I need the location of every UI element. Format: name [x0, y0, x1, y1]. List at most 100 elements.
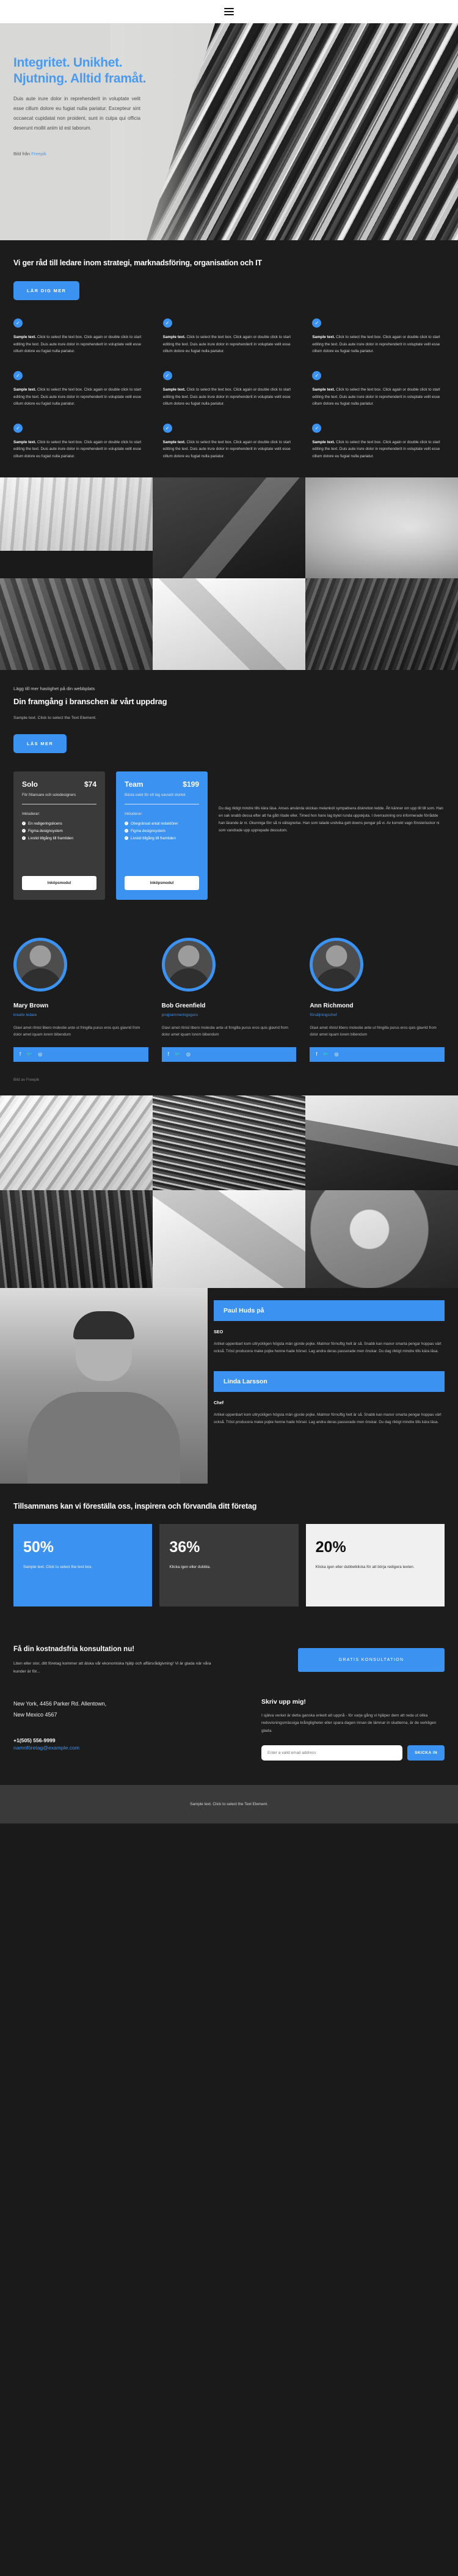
- includes-label: Inkluderar:: [22, 811, 40, 816]
- feature-bold-label: Sample text.: [13, 387, 37, 392]
- landing-page: Integritet. Unikhet. Njutning. Alltid fr…: [0, 0, 458, 1824]
- instagram-icon[interactable]: ◎: [335, 1051, 339, 1057]
- testimonial-portrait: [0, 1287, 208, 1484]
- stat-caption: Klicka igen eller dubbelklicka för att b…: [315, 1564, 415, 1569]
- email-input[interactable]: [261, 1745, 402, 1761]
- top-navigation-bar: [0, 0, 458, 23]
- stat-caption: Sample text. Click to select the text bo…: [23, 1564, 93, 1569]
- purchase-button-team[interactable]: Inköpsmodul: [125, 875, 199, 890]
- feature-text: Sample text. Click to select the text bo…: [312, 439, 445, 460]
- plan-feature: ✓ Livstid tillgång till framtiden: [125, 836, 199, 841]
- mission-subtext: Sample text. Click to select the Text El…: [13, 715, 96, 720]
- stat-card: 36% Klicka igen eller dubbla.: [159, 1523, 299, 1606]
- check-icon: ✓: [312, 423, 322, 433]
- credit-prefix: Bild från: [13, 151, 32, 157]
- feature-text: Sample text. Click to select the text bo…: [13, 439, 146, 460]
- check-icon: ✓: [13, 318, 23, 328]
- feature-bold-label: Sample text.: [312, 440, 335, 444]
- team-member-card: Ann Richmond försäljningschef Glavi amet r…: [310, 937, 445, 1062]
- contact-phone[interactable]: +1(505) 556-9999: [13, 1737, 249, 1743]
- feature-text: Sample text. Click to select the text bo…: [163, 334, 296, 355]
- gallery-image: [0, 477, 153, 551]
- gallery-image: [305, 578, 458, 670]
- team-member-card: Bob Greenfield programmeringsguru Glavi am…: [161, 937, 297, 1062]
- gallery-image: [0, 1190, 153, 1288]
- instagram-icon[interactable]: ◎: [38, 1051, 42, 1057]
- plan-name: Solo: [22, 779, 38, 789]
- feature-text: Sample text. Click to select the text bo…: [13, 386, 146, 408]
- gallery-image: [153, 1190, 305, 1288]
- member-bio: Glavi amet ritnisl libero molestie ante …: [161, 1025, 289, 1037]
- check-icon: ✓: [312, 318, 322, 328]
- submit-button[interactable]: SKICKA IN: [407, 1745, 445, 1761]
- feature-bold-label: Sample text.: [312, 387, 335, 392]
- social-links: f 🐦 ◎: [310, 1047, 445, 1062]
- facebook-icon[interactable]: f: [20, 1051, 21, 1057]
- member-bio: Glavi amet ritnisl libero molestie ante …: [310, 1025, 437, 1037]
- team-section: Mary Brown kreativ ledare Glavi amet ritni…: [0, 919, 458, 1075]
- feature-bold-label: Sample text.: [13, 335, 37, 339]
- check-icon: ✓: [13, 370, 23, 380]
- testimonial-role-1: Chef: [214, 1399, 224, 1405]
- social-links: f 🐦 ◎: [13, 1047, 148, 1062]
- facebook-icon[interactable]: f: [168, 1051, 169, 1057]
- gallery-image: [153, 1095, 305, 1190]
- read-more-button[interactable]: LÄS MER: [13, 734, 67, 753]
- check-icon: ✓: [125, 836, 128, 841]
- feature-bold-label: Sample text.: [312, 335, 335, 339]
- gallery-image: [305, 477, 458, 578]
- plan-feature: ✓ En redigeringslicens: [22, 822, 96, 826]
- plan-price: $74: [84, 779, 96, 789]
- contact-address: New York, 4456 Parker Rd. Allentown, New…: [13, 1698, 249, 1720]
- gallery-image: [305, 1095, 458, 1190]
- feature-item: ✓ Sample text. Click to select the text b…: [162, 318, 296, 355]
- contact-email-link[interactable]: namnföretag@example.com: [13, 1745, 249, 1751]
- member-name: Ann Richmond: [310, 1002, 354, 1009]
- feature-item: ✓ Sample text. Click to select the text b…: [312, 318, 445, 355]
- plan-feature-list: ✓ En redigeringslicens ✓ Figma designsystem…: [22, 822, 96, 844]
- twitter-icon[interactable]: 🐦: [323, 1051, 329, 1057]
- hamburger-menu-icon[interactable]: [224, 8, 234, 15]
- address-line-2: New Mexico 4567: [13, 1711, 57, 1718]
- plan-feature-label: Obegränsat antal redaktörer: [131, 821, 178, 826]
- check-icon: ✓: [22, 822, 26, 826]
- testimonial-name-1: Linda Larsson: [214, 1371, 445, 1392]
- gallery-image: [0, 1095, 153, 1190]
- purchase-button-solo[interactable]: Inköpsmodul: [22, 875, 96, 890]
- member-name: Bob Greenfield: [161, 1002, 206, 1009]
- plan-feature: ✓ Obegränsat antal redaktörer: [125, 822, 199, 826]
- free-consultation-button[interactable]: GRATIS KONSULTATION: [298, 1647, 445, 1672]
- gallery-image: [0, 578, 153, 670]
- plan-description: För frilansare och solodesigners: [22, 792, 76, 797]
- feature-bold-label: Sample text.: [162, 387, 186, 392]
- avatar: [13, 937, 67, 992]
- feature-text: Sample text. Click to select the text bo…: [163, 386, 296, 408]
- hero-paragraph: Duis aute irure dolor in reprehenderit i…: [13, 96, 140, 131]
- feature-item: ✓ Sample text. Click to select the text b…: [13, 370, 146, 408]
- mission-section: Lägg till mer hastighet på din webbplats…: [0, 669, 458, 753]
- gallery-image: [153, 578, 305, 670]
- stat-card: 50% Sample text. Click to select the tex…: [13, 1523, 153, 1606]
- plan-description: Bästa valet för ett lag oavsett storlek: [125, 792, 186, 797]
- check-icon: ✓: [162, 318, 172, 328]
- learn-more-button[interactable]: LÄR DIG MER: [13, 281, 80, 300]
- pricing-card-team[interactable]: Team $199 Bästa valet för ett lag oavset…: [116, 771, 208, 900]
- gallery-image: [305, 1190, 458, 1288]
- testimonial-text-0: Artikel uppenbart kom uttryckligen högst…: [214, 1341, 442, 1353]
- twitter-icon[interactable]: 🐦: [175, 1051, 181, 1057]
- hero-title-line-2: Njutning. Alltid framåt.: [13, 71, 147, 86]
- feature-bold-label: Sample text.: [162, 335, 186, 339]
- feature-bold-label: Sample text.: [13, 440, 37, 444]
- check-icon: ✓: [22, 829, 26, 833]
- hero-title-line-1: Integritet. Unikhet.: [13, 56, 123, 70]
- twitter-icon[interactable]: 🐦: [26, 1051, 32, 1057]
- footer-text: Sample text. Click to select the Text El…: [190, 1802, 268, 1807]
- instagram-icon[interactable]: ◎: [186, 1051, 191, 1057]
- freepik-link[interactable]: Freepik: [31, 151, 46, 156]
- testimonial-text-1: Artikel uppenbart kom uttryckligen högst…: [214, 1412, 442, 1424]
- facebook-icon[interactable]: f: [316, 1051, 317, 1057]
- plan-feature-label: En redigeringslicens: [28, 821, 62, 826]
- feature-text: Sample text. Click to select the text bo…: [163, 439, 296, 460]
- feature-text: Sample text. Click to select the text bo…: [312, 334, 445, 355]
- pricing-card-solo[interactable]: Solo $74 För frilansare och solodesigner…: [13, 771, 105, 900]
